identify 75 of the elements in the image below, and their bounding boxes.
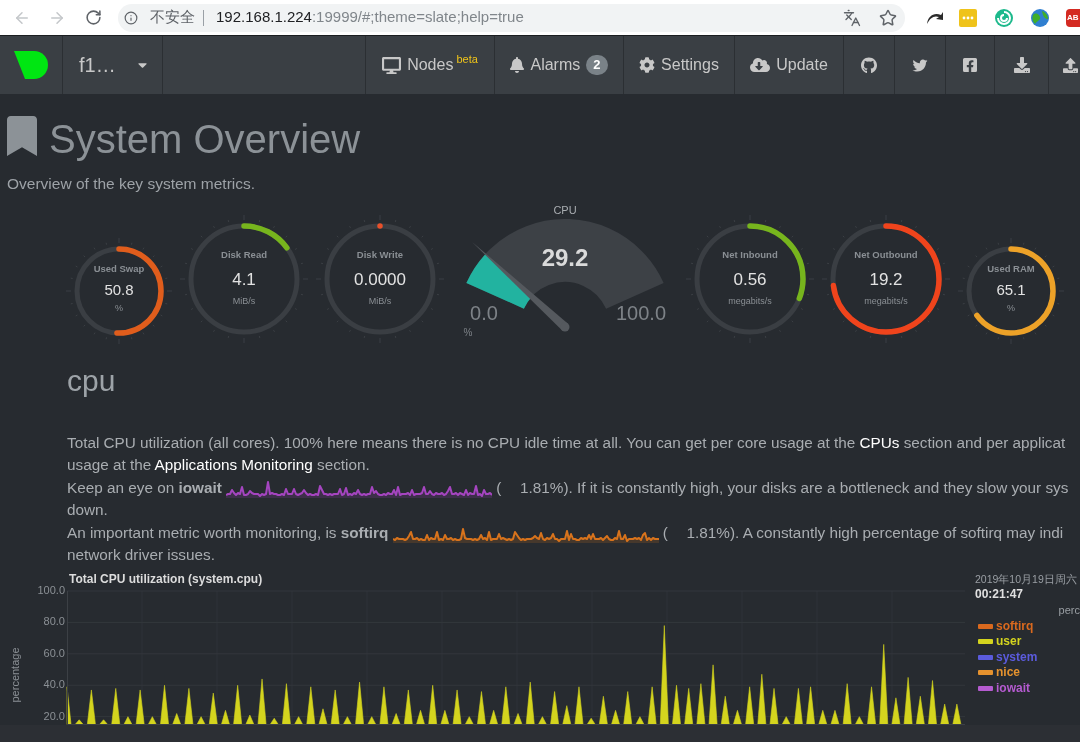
host-dropdown[interactable]: f1… (63, 36, 163, 94)
gauge-min-label: 0.0 (470, 302, 498, 325)
bird-logo-icon (912, 57, 928, 73)
description-text: Total CPU utilization (all cores). 100% here means there is no CPU idle time at all. You can get per core usage at the CPUs section and per applicat usage at the Applications Monitoring section. (67, 433, 1067, 476)
y-axis-label: 100.0 (37, 586, 65, 597)
gauge-value: 65.1 (996, 280, 1026, 298)
globe-icon[interactable] (1031, 8, 1049, 27)
star-icon[interactable] (879, 8, 897, 27)
reload-icon (84, 9, 102, 26)
security-label: 不安全 (150, 7, 195, 28)
count-badge: 2 (586, 55, 608, 75)
legend-label: nice (996, 665, 1020, 681)
gauge-value: 0.0000 (354, 270, 406, 290)
gauge-value: 50.8 (104, 280, 134, 298)
legend-label: softirq (996, 618, 1034, 634)
legend-label: system (996, 649, 1038, 665)
f-logo-icon (963, 57, 977, 73)
gauge-title: Used Swap (93, 262, 145, 274)
alarms-button[interactable]: Alarms 2 (494, 36, 623, 94)
info-icon[interactable] (124, 10, 138, 25)
gauge-title: Net Outbound (854, 248, 918, 260)
beta-label: beta (456, 53, 478, 65)
legend-time: 00:21:47 (975, 586, 1025, 603)
gauge-title: Disk Read (221, 248, 267, 260)
y-axis-title: percentage (8, 647, 21, 703)
gauge-value: 29.2 (541, 244, 589, 272)
bell-icon (510, 57, 525, 73)
update-button[interactable]: Update (734, 36, 843, 94)
gauge-title: CPU (553, 203, 577, 216)
translate-icon[interactable] (843, 8, 861, 27)
monitor-icon (382, 56, 402, 74)
bookmark-icon (7, 116, 37, 156)
settings-icon (639, 57, 656, 73)
gauge-unit: % (463, 326, 473, 338)
legend-label: user (996, 634, 1022, 650)
cloud-download-icon (750, 57, 771, 73)
dots-tile-icon[interactable] (959, 8, 977, 27)
section-link[interactable]: CPUs (859, 434, 900, 451)
address-bar[interactable]: 不安全 192.168.1.224:19999/#;theme=slate;help=true (118, 3, 905, 32)
gauge-value: 19.2 (869, 270, 903, 290)
gauge-unit: megabits/s (728, 296, 772, 307)
y-axis-label: 60.0 (43, 647, 65, 660)
upload-icon (1063, 57, 1078, 73)
cat-logo-icon (861, 56, 877, 74)
gauge-value: 0.56 (733, 270, 767, 290)
gauge-unit: MiB/s (368, 296, 392, 307)
gauge-value: 4.1 (232, 270, 256, 290)
description-text: An important metric worth monitoring, is softirq ( 1.81%). A constantly high percentage of softirq may indi network driver issues. (67, 522, 1065, 566)
gauge-unit: % (1007, 303, 1015, 314)
upload-button[interactable] (1048, 36, 1080, 94)
curved-arrow-icon[interactable] (926, 10, 944, 25)
gauge-title: Net Inbound (722, 248, 778, 260)
settings-button[interactable]: Settings (623, 36, 734, 94)
page-subtitle: Overview of the key system metrics. (6, 174, 257, 194)
page-title: System Overview (49, 119, 361, 159)
legend-date: 2019年10月19日周六 (975, 572, 1078, 587)
gauge-unit: megabits/s (864, 296, 908, 307)
logo-icon (13, 51, 49, 79)
gauge-unit: % (115, 303, 123, 314)
chart-title: Total CPU utilization (system.cpu) (68, 572, 264, 587)
gauge-unit: MiB/s (232, 296, 256, 307)
description-text: Keep an eye on iowait ( 1.81%). If it is constantly high, your disks are a bottleneck and they slow your sys down. (67, 477, 1070, 521)
y-axis-label: 20.0 (43, 710, 65, 722)
octagon-badge[interactable]: AB (1066, 8, 1080, 27)
section-link[interactable]: Applications Monitoring (154, 456, 313, 474)
legend-units: perc (1058, 603, 1080, 619)
y-axis-label: 80.0 (43, 615, 65, 628)
download-icon (1013, 57, 1030, 73)
url-text: 192.168.1.224:19999/#;theme=slate;help=true (216, 7, 524, 28)
gauge-max-label: 100.0 (615, 302, 667, 325)
y-axis-label: 40.0 (43, 678, 65, 691)
gauge-title: Disk Write (356, 248, 404, 260)
section-heading: cpu (66, 363, 117, 399)
legend-label: iowait (996, 680, 1030, 696)
gauge-title: Used RAM (987, 262, 1035, 274)
